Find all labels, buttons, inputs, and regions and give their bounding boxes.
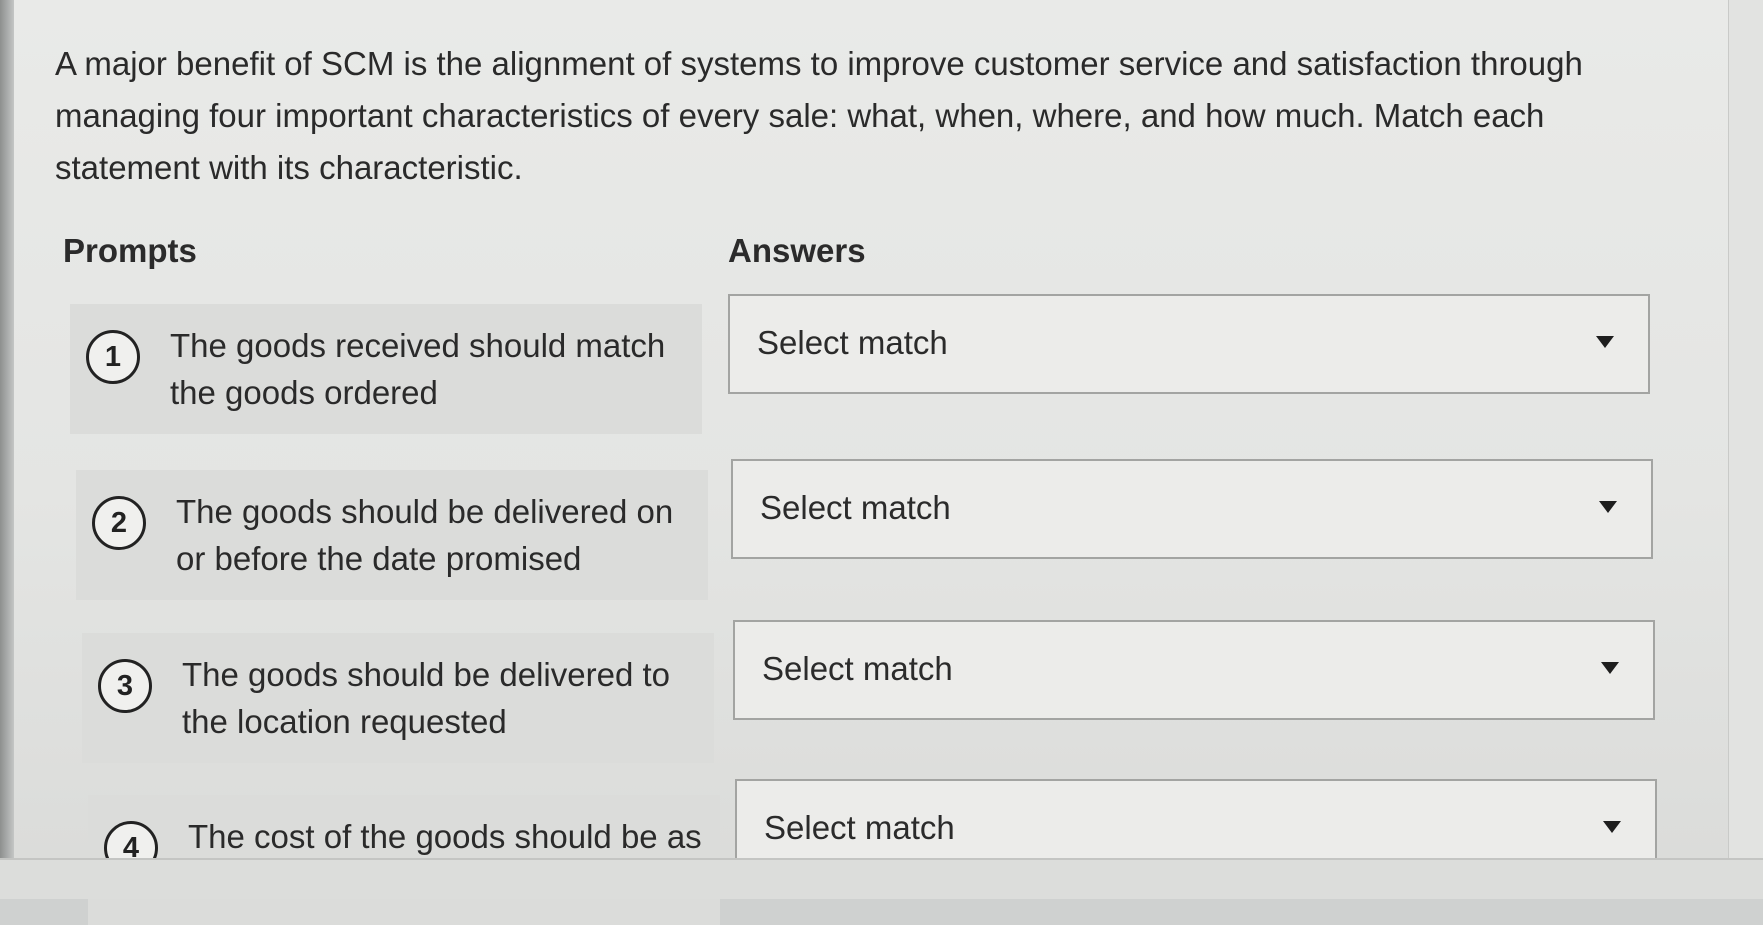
prompt-text: The cost of the goods should be as xyxy=(188,818,702,855)
prompt-item-1: 1 The goods received should match the go… xyxy=(70,304,702,434)
prompt-text: The goods should be delivered on or befo… xyxy=(176,493,674,577)
chevron-down-icon xyxy=(1603,821,1621,833)
prompt-item-2: 2 The goods should be delivered on or be… xyxy=(76,470,708,600)
answer-select-3[interactable]: Select match xyxy=(733,620,1655,720)
right-margin xyxy=(1728,0,1763,897)
prompts-header: Prompts xyxy=(63,232,197,269)
answer-select-1[interactable]: Select match xyxy=(728,294,1650,394)
select-value: Select match xyxy=(760,489,951,526)
select-value: Select match xyxy=(764,809,955,846)
select-value: Select match xyxy=(757,324,948,361)
select-value: Select match xyxy=(762,650,953,687)
answer-select-2[interactable]: Select match xyxy=(731,459,1653,559)
prompt-text: The goods received should match the good… xyxy=(170,327,666,411)
screen-bezel xyxy=(0,0,14,897)
prompt-text: The goods should be delivered to the loc… xyxy=(182,656,671,740)
question-text: A major benefit of SCM is the alignment … xyxy=(55,45,1583,186)
bottom-bar xyxy=(0,858,1763,899)
prompt-number-badge: 1 xyxy=(86,330,140,384)
prompt-number-badge: 2 xyxy=(92,496,146,550)
answers-header: Answers xyxy=(728,232,866,269)
prompt-item-3: 3 The goods should be delivered to the l… xyxy=(82,633,714,763)
chevron-down-icon xyxy=(1596,336,1614,348)
question-screen: A major benefit of SCM is the alignment … xyxy=(0,0,1763,925)
prompt-number-badge: 3 xyxy=(98,659,152,713)
chevron-down-icon xyxy=(1601,662,1619,674)
chevron-down-icon xyxy=(1599,501,1617,513)
